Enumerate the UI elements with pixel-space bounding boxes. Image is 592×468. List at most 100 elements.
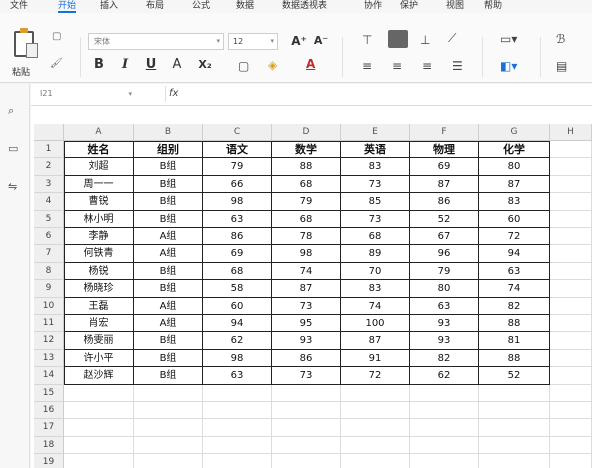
empty-cell[interactable] [203,454,272,468]
subscript-button[interactable]: X₂ [194,57,216,73]
menu-item[interactable]: 视图 [446,0,464,13]
function-icon[interactable]: fx [165,86,179,102]
table-cell[interactable]: 73 [341,210,410,228]
table-cell[interactable]: 68 [272,175,341,194]
table-cell[interactable]: 66 [203,175,272,194]
empty-cell[interactable] [272,384,341,402]
formula-input[interactable] [183,86,583,102]
number-format-icon[interactable]: ℬ [556,32,565,46]
empty-cell[interactable] [550,158,592,176]
empty-cell[interactable] [134,402,203,420]
empty-cell[interactable] [64,454,134,468]
table-cell[interactable]: 68 [341,228,410,246]
underline-button[interactable]: U [142,57,160,73]
table-cell[interactable]: 62 [410,367,479,385]
table-cell[interactable]: 60 [479,210,550,228]
table-cell[interactable]: 89 [341,245,410,263]
table-cell[interactable]: 78 [272,228,341,246]
table-cell[interactable]: 93 [272,332,341,350]
empty-cell[interactable] [550,262,592,281]
row-header[interactable]: 16 [34,402,64,420]
comment-icon[interactable]: ▭ [8,142,18,155]
column-header-b[interactable]: B [134,124,203,141]
table-cell[interactable]: 73 [341,175,410,194]
table-cell[interactable]: 100 [341,315,410,333]
empty-cell[interactable] [479,419,550,437]
empty-cell[interactable] [550,245,592,263]
empty-cell[interactable] [134,436,203,455]
table-cell[interactable]: 94 [203,315,272,333]
row-header[interactable]: 19 [34,454,64,468]
search-icon[interactable]: ⌕ [8,104,14,118]
table-cell[interactable]: 88 [479,349,550,368]
row-header[interactable]: 13 [34,349,64,368]
justify-icon[interactable]: ☰ [452,59,463,73]
table-cell[interactable]: 79 [410,262,479,281]
table-cell[interactable]: A组 [134,228,203,246]
table-cell[interactable]: 83 [479,193,550,211]
bold-button[interactable]: B [90,57,108,73]
table-cell[interactable]: 肖宏 [64,315,134,333]
menu-item[interactable]: 数据透视表 [282,0,327,13]
row-header[interactable]: 7 [34,245,64,263]
column-header-e[interactable]: E [341,124,410,141]
table-cell[interactable]: B组 [134,175,203,194]
table-cell[interactable]: 69 [410,158,479,176]
empty-cell[interactable] [410,454,479,468]
table-cell[interactable]: B组 [134,193,203,211]
table-cell[interactable]: 91 [341,349,410,368]
menu-item[interactable]: 数据 [236,0,254,13]
paste-button[interactable]: 粘贴 [6,28,40,83]
table-cell[interactable]: 62 [203,332,272,350]
empty-cell[interactable] [134,384,203,402]
row-header[interactable]: 2 [34,158,64,176]
empty-cell[interactable] [550,193,592,211]
column-header-d[interactable]: D [272,124,341,141]
table-cell[interactable]: 87 [272,280,341,298]
row-header[interactable]: 6 [34,228,64,246]
menu-item[interactable]: 公式 [192,0,210,13]
table-cell[interactable]: B组 [134,280,203,298]
empty-cell[interactable] [272,454,341,468]
row-header[interactable]: 12 [34,332,64,350]
column-header-a[interactable]: A [64,124,134,141]
table-cell[interactable]: 82 [479,297,550,315]
table-cell[interactable]: 82 [410,349,479,368]
table-cell[interactable]: B组 [134,210,203,228]
empty-cell[interactable] [410,436,479,455]
table-header-cell[interactable]: 物理 [410,141,479,159]
row-header[interactable]: 18 [34,436,64,455]
empty-cell[interactable] [203,384,272,402]
name-box[interactable]: I21 ▾ [37,86,135,102]
row-header[interactable]: 5 [34,210,64,228]
table-cell[interactable]: 79 [272,193,341,211]
table-cell[interactable]: 87 [341,332,410,350]
empty-cell[interactable] [479,436,550,455]
table-cell[interactable]: 王磊 [64,297,134,315]
row-header[interactable]: 15 [34,384,64,402]
empty-cell[interactable] [550,228,592,246]
wrap-text-icon[interactable]: ▭▾ [500,32,517,46]
empty-cell[interactable] [64,436,134,455]
empty-cell[interactable] [203,419,272,437]
row-header[interactable]: 10 [34,297,64,315]
table-cell[interactable]: 85 [341,193,410,211]
table-cell[interactable]: 52 [479,367,550,385]
table-header-cell[interactable]: 姓名 [64,141,134,159]
empty-cell[interactable] [64,419,134,437]
column-header-f[interactable]: F [410,124,479,141]
empty-cell[interactable] [479,454,550,468]
fill-color-icon[interactable]: ◈ [268,58,277,72]
menu-item[interactable]: 开始 [58,0,77,13]
strikethrough-button[interactable]: A [168,57,186,73]
table-cell[interactable]: 83 [341,280,410,298]
empty-cell[interactable] [550,332,592,350]
menu-item[interactable]: 帮助 [484,0,502,13]
table-cell[interactable]: 70 [341,262,410,281]
table-cell[interactable]: 83 [341,158,410,176]
table-cell[interactable]: 曹锐 [64,193,134,211]
empty-cell[interactable] [550,175,592,194]
table-cell[interactable]: 73 [272,367,341,385]
table-cell[interactable]: 88 [479,315,550,333]
empty-cell[interactable] [550,454,592,468]
